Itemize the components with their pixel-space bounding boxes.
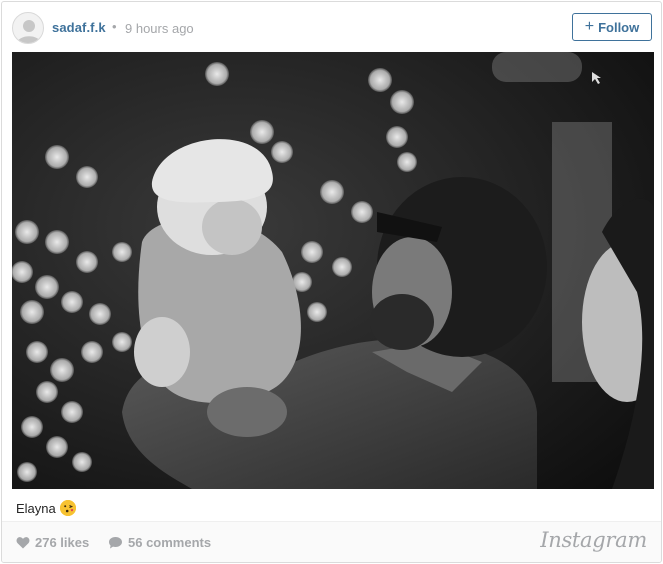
avatar[interactable] bbox=[12, 12, 44, 44]
post-header: sadaf.f.k • 9 hours ago + Follow bbox=[2, 2, 661, 52]
kissing-face-emoji bbox=[59, 500, 76, 516]
post-photo[interactable] bbox=[12, 52, 654, 489]
likes-label: 276 likes bbox=[35, 535, 90, 550]
instagram-logo[interactable]: Instagram bbox=[540, 528, 647, 552]
plus-icon: + bbox=[584, 17, 595, 35]
instagram-embed-card: sadaf.f.k • 9 hours ago + Follow Elayna … bbox=[1, 1, 662, 563]
username-link[interactable]: sadaf.f.k bbox=[52, 20, 106, 35]
comment-icon bbox=[109, 537, 122, 549]
default-avatar-icon bbox=[17, 20, 41, 43]
post-footer: 276 likes 56 comments Instagram bbox=[2, 521, 661, 562]
heart-icon bbox=[16, 537, 30, 549]
photo-image bbox=[12, 52, 654, 489]
likes-count[interactable]: 276 likes bbox=[16, 535, 89, 550]
follow-label: Follow bbox=[598, 19, 640, 35]
post-caption: Elayna bbox=[16, 500, 76, 516]
comments-count[interactable]: 56 comments bbox=[108, 535, 211, 550]
caption-text: Elayna bbox=[16, 500, 56, 516]
comments-label: 56 comments bbox=[128, 535, 212, 550]
post-timestamp[interactable]: 9 hours ago bbox=[125, 21, 194, 36]
follow-button[interactable]: + Follow bbox=[572, 13, 652, 41]
separator-dot: • bbox=[112, 19, 117, 34]
